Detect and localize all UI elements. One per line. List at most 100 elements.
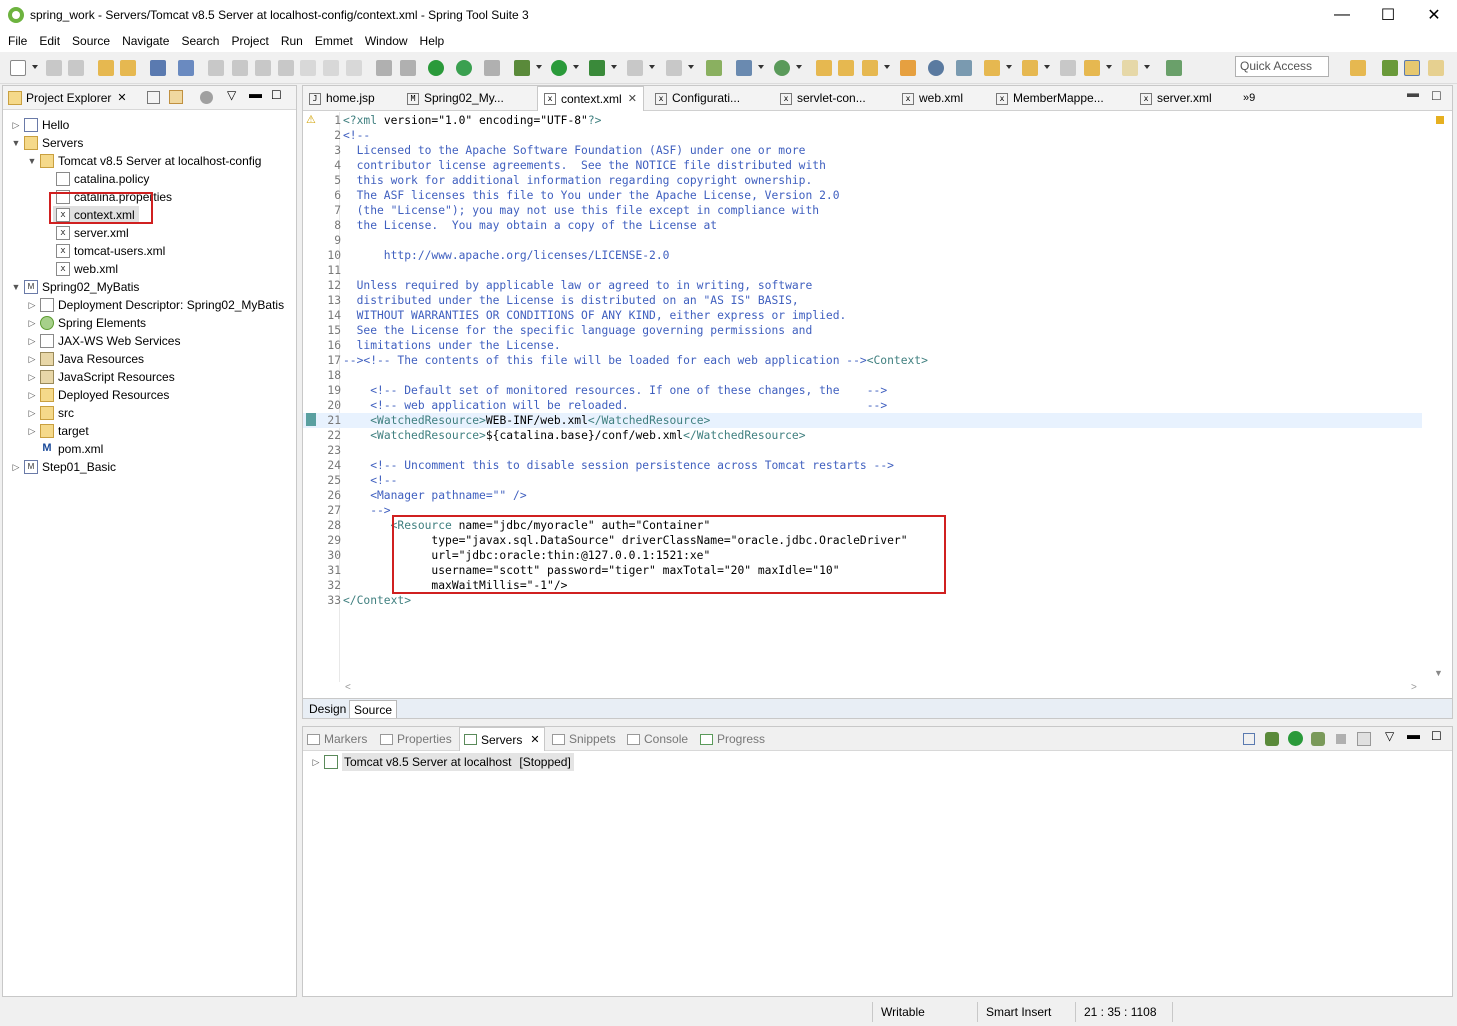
toggle-mark-icon[interactable] [376,60,392,76]
quick-access-input[interactable]: Quick Access [1235,56,1329,77]
minimize-editor-icon[interactable]: ▬ [1407,86,1419,100]
tab-home-jsp[interactable]: Jhome.jsp [309,86,375,111]
profile-icon[interactable] [666,60,682,76]
tab-design[interactable]: Design [305,700,350,718]
save-icon[interactable] [46,60,62,76]
code-line[interactable]: 17 --><!-- The contents of this file will… [303,353,1422,368]
search-tool-icon[interactable] [862,60,878,76]
menu-run[interactable]: Run [275,30,309,52]
tree-item-deployment-descriptor[interactable]: ▷ Deployment Descriptor: Spring02_MyBatis [27,296,284,314]
code-line[interactable]: 2 <!-- [303,128,1422,143]
publish-icon[interactable] [1357,732,1371,746]
close-tab-icon[interactable]: ✕ [628,87,637,112]
collapse-all-icon[interactable] [147,91,160,104]
maximize-button[interactable]: ☐ [1365,0,1411,30]
view-menu-icon[interactable]: ▽ [227,88,236,102]
tree-item-tomcat-config[interactable]: ▼ Tomcat v8.5 Server at localhost-config [27,152,261,170]
tree-item-target[interactable]: ▷ target [27,422,89,440]
menu-search[interactable]: Search [175,30,225,52]
scroll-left-icon[interactable]: < [345,682,351,693]
menu-help[interactable]: Help [414,30,451,52]
annotation-icon[interactable] [956,60,972,76]
collapse-all-icon[interactable] [1243,733,1255,745]
vertical-scrollbar[interactable]: ▼ [1424,112,1450,694]
tab-member-mapper[interactable]: x MemberMappe... [996,86,1104,111]
tree-item-jax-ws[interactable]: ▷ JAX-WS Web Services [27,332,180,350]
expand-arrow-icon[interactable]: ▷ [27,296,37,314]
tree-item-web-xml[interactable]: x web.xml [53,260,118,278]
close-view-icon[interactable]: ✕ [117,91,126,104]
open-project-icon[interactable] [838,60,854,76]
perspective-jee-icon[interactable] [1404,60,1420,76]
tab-server-xml[interactable]: x server.xml [1140,86,1212,111]
stop-icon[interactable] [627,60,643,76]
filter-icon[interactable] [200,91,213,104]
scroll-down-icon[interactable]: ▼ [1434,668,1443,678]
scroll-right-icon[interactable]: > [1411,682,1417,693]
pin-icon[interactable] [178,60,194,76]
open-folder-icon[interactable] [816,60,832,76]
profile-server-icon[interactable] [1311,732,1325,746]
globe-icon[interactable] [928,60,944,76]
expand-arrow-icon[interactable]: ▷ [11,116,21,134]
console-icon[interactable] [150,60,166,76]
code-line[interactable]: 26 <Manager pathname="" /> [303,488,1422,503]
code-line[interactable]: 22 <WatchedResource>${catalina.base}/con… [303,428,1422,443]
save-all-icon[interactable] [68,60,84,76]
tree-item-pom-xml[interactable]: Mpom.xml [37,440,103,458]
tree-item-spring-elements[interactable]: ▷ Spring Elements [27,314,146,332]
suspend-icon[interactable] [232,60,248,76]
close-tab-icon[interactable]: ✕ [530,728,539,752]
code-line[interactable]: 4 contributor license agreements. See th… [303,158,1422,173]
code-line[interactable]: 13 distributed under the License is dist… [303,293,1422,308]
code-line[interactable]: 14 WITHOUT WARRANTIES OR CONDITIONS OF A… [303,308,1422,323]
code-line[interactable]: 21 <WatchedResource>WEB-INF/web.xml</Wat… [303,413,1422,428]
code-line[interactable]: 23 [303,443,1422,458]
open-resource-icon[interactable] [120,60,136,76]
code-line[interactable]: 25 <!-- [303,473,1422,488]
debug-icon[interactable] [514,60,530,76]
menu-file[interactable]: File [0,30,33,52]
link-icon[interactable] [484,60,500,76]
step-into-icon[interactable] [300,60,316,76]
tab-console[interactable]: Console [627,727,688,751]
code-line[interactable]: 1 <?xml version="1.0" encoding="UTF-8"?> [303,113,1422,128]
resume-icon[interactable] [208,60,224,76]
tab-servlet-context[interactable]: x servlet-con... [780,86,866,111]
terminate-icon[interactable] [255,60,271,76]
minimize-view-icon[interactable]: ▬ [249,86,262,101]
open-type-icon[interactable] [98,60,114,76]
code-line[interactable]: 5 this work for additional information r… [303,173,1422,188]
task-icon[interactable] [900,60,916,76]
external-tools-icon[interactable] [589,60,605,76]
code-line[interactable]: 7 (the "License"); you may not use this … [303,203,1422,218]
tab-source[interactable]: Source [349,700,398,718]
tab-markers[interactable]: Markers [307,727,367,751]
tree-item-deployed-resources[interactable]: ▷ Deployed Resources [27,386,169,404]
forward-icon[interactable] [1122,60,1138,76]
view-menu-icon[interactable]: ▽ [1385,729,1394,743]
debug-server-icon[interactable] [1265,732,1279,746]
toggle-comment-icon[interactable] [400,60,416,76]
tab-properties[interactable]: Properties [380,727,452,751]
tree-item-servers[interactable]: ▼ Servers [11,134,83,152]
code-line[interactable]: 16 limitations under the License. [303,338,1422,353]
code-line[interactable]: 19 <!-- Default set of monitored resourc… [303,383,1422,398]
menu-edit[interactable]: Edit [33,30,66,52]
code-line[interactable]: 9 [303,233,1422,248]
tab-overflow[interactable]: »9 [1243,86,1255,111]
start-server-icon[interactable] [428,60,444,76]
expand-arrow-icon[interactable]: ▷ [27,368,37,386]
perspective-java-icon[interactable] [1350,60,1366,76]
close-button[interactable]: ✕ [1411,0,1457,30]
project-explorer-title[interactable]: Project Explorer [26,91,111,105]
stop-server-icon[interactable] [1336,734,1346,744]
code-line[interactable]: 12 Unless required by applicable law or … [303,278,1422,293]
menu-project[interactable]: Project [225,30,274,52]
start-server-icon[interactable] [1288,731,1303,746]
code-line[interactable]: 11 [303,263,1422,278]
maximize-editor-icon[interactable]: ☐ [1431,89,1442,103]
code-line[interactable]: 8 the License. You may obtain a copy of … [303,218,1422,233]
next-annotation-icon[interactable] [984,60,1000,76]
expand-arrow-icon[interactable]: ▷ [311,753,321,771]
